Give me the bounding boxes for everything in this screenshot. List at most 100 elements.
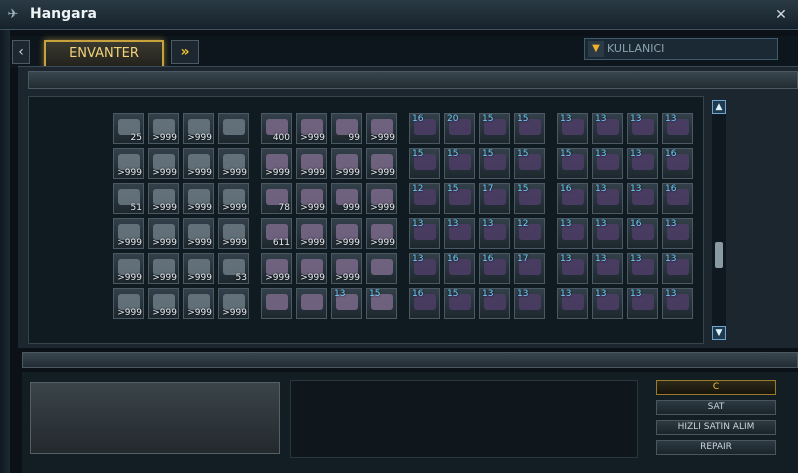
inventory-slot[interactable]: >999 [296,183,327,214]
inventory-slot[interactable]: 16 [479,253,510,284]
inventory-slot[interactable] [296,288,327,319]
inventory-slot[interactable]: 51 [113,183,144,214]
inventory-slot[interactable]: 999 [331,183,362,214]
inventory-slot[interactable]: 99 [331,113,362,144]
inventory-slot[interactable]: >999 [296,113,327,144]
inventory-slot[interactable]: 13 [409,253,440,284]
inventory-slot[interactable]: 13 [592,218,623,249]
inventory-slot[interactable]: 53 [218,253,249,284]
inventory-slot[interactable]: 15 [557,148,588,179]
inventory-slot[interactable]: 15 [514,113,545,144]
inventory-slot[interactable]: 13 [557,113,588,144]
inventory-slot[interactable]: >999 [296,148,327,179]
inventory-slot[interactable]: >999 [148,218,179,249]
inventory-slot[interactable]: 78 [261,183,292,214]
inventory-slot[interactable]: 20 [444,113,475,144]
inventory-slot[interactable] [366,253,397,284]
inventory-slot[interactable]: 15 [444,183,475,214]
inventory-slot[interactable]: 16 [662,183,693,214]
scroll-down-icon[interactable]: ▼ [712,326,726,340]
close-icon[interactable]: ✕ [772,6,790,24]
inventory-slot[interactable]: 13 [557,288,588,319]
inventory-slot[interactable]: 13 [662,253,693,284]
inventory-slot[interactable]: >999 [148,288,179,319]
scroll-thumb[interactable] [715,242,723,268]
inventory-slot[interactable]: >999 [183,288,214,319]
inventory-slot[interactable]: >999 [148,148,179,179]
inventory-slot[interactable]: >999 [366,218,397,249]
inventory-slot[interactable]: >999 [331,253,362,284]
inventory-slot[interactable]: >999 [148,253,179,284]
inventory-slot[interactable]: >999 [183,253,214,284]
inventory-slot[interactable]: 15 [479,113,510,144]
inventory-slot[interactable]: 16 [444,253,475,284]
inventory-slot[interactable] [218,113,249,144]
inventory-slot[interactable]: 15 [444,148,475,179]
inventory-slot[interactable]: >999 [366,148,397,179]
inventory-slot[interactable]: 17 [479,183,510,214]
inventory-slot[interactable]: 12 [409,183,440,214]
inventory-slot[interactable]: 13 [557,218,588,249]
inventory-slot[interactable]: 13 [409,218,440,249]
inventory-slot[interactable]: >999 [331,218,362,249]
inventory-slot[interactable]: 15 [409,148,440,179]
sell-button[interactable]: SAT [656,400,776,415]
inventory-slot[interactable]: >999 [366,113,397,144]
inventory-slot[interactable]: 15 [444,288,475,319]
inventory-slot[interactable]: 13 [479,218,510,249]
inventory-slot[interactable]: >999 [296,218,327,249]
inventory-slot[interactable]: >999 [148,113,179,144]
inventory-slot[interactable]: >999 [113,288,144,319]
inventory-slot[interactable]: 15 [514,148,545,179]
inventory-slot[interactable]: 13 [592,288,623,319]
inventory-slot[interactable]: >999 [113,148,144,179]
inventory-slot[interactable]: >999 [148,183,179,214]
inventory-slot[interactable]: 13 [627,183,658,214]
inventory-slot[interactable]: 13 [627,288,658,319]
inventory-slot[interactable]: 15 [366,288,397,319]
inventory-slot[interactable]: 15 [514,183,545,214]
inventory-slot[interactable]: >999 [261,253,292,284]
inventory-slot[interactable]: 16 [409,288,440,319]
inventory-slot[interactable]: 13 [444,218,475,249]
inventory-slot[interactable]: >999 [183,218,214,249]
inventory-slot[interactable]: >999 [366,183,397,214]
inventory-slot[interactable]: 16 [627,218,658,249]
inventory-slot[interactable]: >999 [113,218,144,249]
user-select[interactable]: ▼ KULLANICI [584,38,778,60]
inventory-slot[interactable]: >999 [218,288,249,319]
scroll-up-icon[interactable]: ▲ [712,100,726,114]
inventory-slot[interactable]: 13 [557,253,588,284]
inventory-slot[interactable]: 25 [113,113,144,144]
tab-envanter[interactable]: ENVANTER [44,40,164,68]
inventory-slot[interactable]: 17 [514,253,545,284]
inventory-slot[interactable]: 13 [479,288,510,319]
inventory-slot[interactable]: 13 [627,148,658,179]
inventory-slot[interactable]: >999 [261,148,292,179]
inventory-slot[interactable]: 12 [514,218,545,249]
inventory-slot[interactable]: 13 [662,113,693,144]
inventory-slot[interactable]: >999 [218,148,249,179]
inventory-slot[interactable]: 13 [592,113,623,144]
scrollbar[interactable]: ▲ ▼ [712,100,726,340]
inventory-slot[interactable]: >999 [183,183,214,214]
inventory-slot[interactable]: 16 [557,183,588,214]
inventory-slot[interactable]: 13 [514,288,545,319]
inventory-slot[interactable]: 16 [662,148,693,179]
inventory-slot[interactable]: >999 [218,183,249,214]
inventory-slot[interactable]: 13 [331,288,362,319]
inventory-slot[interactable]: 13 [662,218,693,249]
inventory-slot[interactable]: 15 [479,148,510,179]
inventory-slot[interactable]: 13 [592,253,623,284]
inventory-slot[interactable]: 16 [409,113,440,144]
inventory-slot[interactable]: >999 [113,253,144,284]
inventory-slot[interactable]: 13 [627,253,658,284]
prev-tab-button[interactable]: ‹ [12,40,30,64]
c-button[interactable]: C [656,380,776,395]
inventory-slot[interactable]: 13 [627,113,658,144]
inventory-slot[interactable]: 400 [261,113,292,144]
next-tab-button[interactable]: » [171,40,199,64]
inventory-slot[interactable] [261,288,292,319]
inventory-slot[interactable]: >999 [331,148,362,179]
inventory-slot[interactable]: >999 [183,113,214,144]
